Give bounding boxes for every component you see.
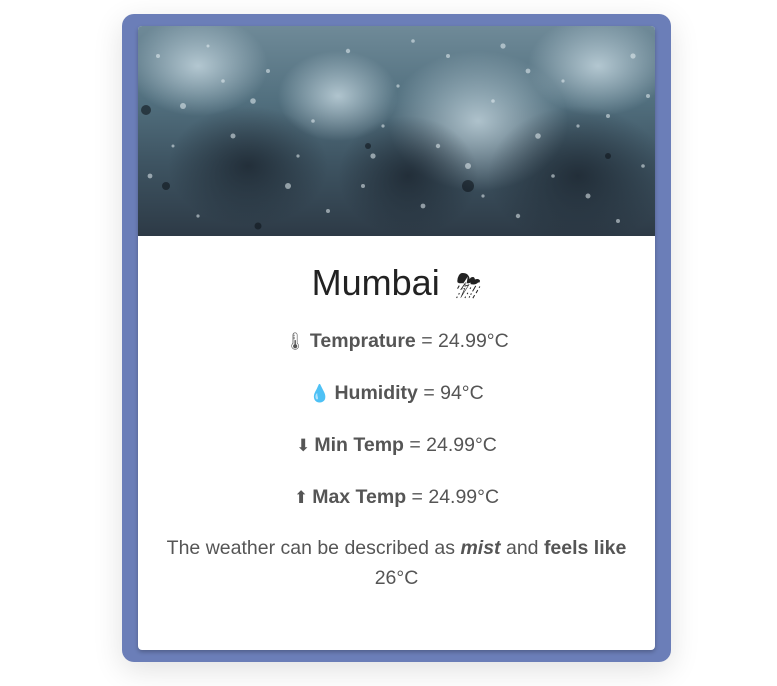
storm-cloud-icon: ⛈ [455, 268, 482, 304]
arrow-down-icon: ⬇ [296, 436, 311, 455]
rainy-window-image [138, 26, 655, 236]
feels-like-value: 26°C [374, 567, 419, 589]
weather-card: Mumbai ⛈ 🌡 Temprature = 24.99°C 💧 Humidity… [138, 26, 655, 650]
description-prefix: The weather can be described as [166, 537, 456, 559]
humidity-row: 💧 Humidity = 94°C [138, 381, 655, 406]
min-temp-row: ⬇ Min Temp = 24.99°C [138, 433, 655, 458]
humidity-label: Humidity [334, 382, 418, 404]
description-middle: and [505, 537, 539, 559]
humidity-value: = 94°C [423, 382, 484, 404]
city-title: Mumbai ⛈ [138, 262, 655, 307]
feels-like-label: feels like [543, 537, 627, 559]
min-temp-value: = 24.99°C [409, 434, 497, 456]
min-temp-label: Min Temp [314, 434, 404, 456]
max-temp-label: Max Temp [312, 486, 407, 508]
temperature-label: Temprature [309, 330, 416, 352]
droplet-icon: 💧 [309, 384, 331, 403]
temperature-row: 🌡 Temprature = 24.99°C [138, 329, 655, 354]
weather-condition: mist [460, 537, 501, 559]
max-temp-row: ⬆ Max Temp = 24.99°C [138, 485, 655, 510]
city-name: Mumbai [311, 262, 440, 303]
weather-description: The weather can be described as mist and… [162, 533, 632, 593]
weather-card-frame: Mumbai ⛈ 🌡 Temprature = 24.99°C 💧 Humidity… [122, 14, 671, 662]
temperature-value: = 24.99°C [421, 330, 509, 352]
max-temp-value: = 24.99°C [411, 486, 500, 508]
arrow-up-icon: ⬆ [293, 488, 309, 507]
thermometer-icon: 🌡 [284, 332, 306, 351]
